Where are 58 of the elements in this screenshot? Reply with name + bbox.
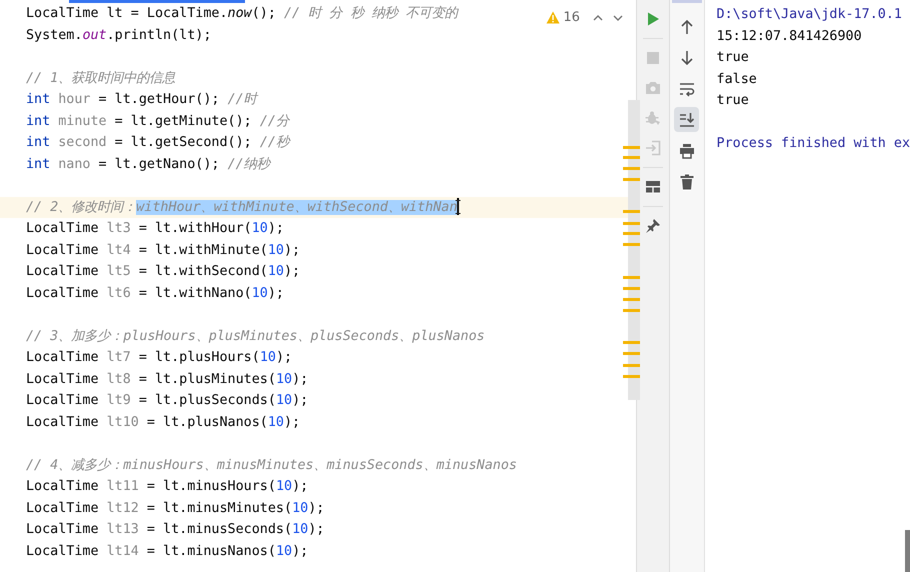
console-line: false (716, 70, 758, 88)
warning-stripe[interactable] (623, 232, 640, 235)
code-line: LocalTime lt12 = lt.minusMinutes(10); (26, 500, 324, 516)
soft-wrap-icon[interactable] (678, 80, 695, 96)
warning-stripe[interactable] (623, 341, 640, 344)
code-line: LocalTime lt3 = lt.withHour(10); (26, 221, 284, 236)
code-line: LocalTime lt = LocalTime.now(); // 时 分 秒 纳秒 不可变的 (26, 6, 458, 21)
pin-icon[interactable] (644, 218, 661, 234)
code-line: // 1、获取时间中的信息 (26, 70, 176, 86)
code-line: int minute = lt.getMinute(); //分 (26, 114, 289, 128)
text-cursor-icon (455, 200, 461, 214)
print-icon[interactable] (678, 142, 695, 158)
arrow-up-icon[interactable] (680, 18, 694, 34)
warning-stripe[interactable] (623, 210, 640, 213)
code-line: LocalTime lt14 = lt.minusNanos(10); (26, 544, 308, 558)
layout-icon[interactable] (644, 179, 661, 195)
arrow-down-icon[interactable] (680, 50, 694, 66)
chevron-up-icon[interactable] (592, 14, 604, 22)
code-line: LocalTime lt10 = lt.plusNanos(10); (26, 414, 300, 430)
warning-stripe[interactable] (623, 287, 640, 290)
warning-stripe[interactable] (623, 156, 640, 159)
scrollbar-thumb[interactable] (905, 530, 910, 572)
warning-stripe[interactable] (623, 352, 640, 355)
warning-count[interactable]: 16 (563, 10, 580, 25)
chevron-down-icon[interactable] (612, 14, 624, 22)
code-line: LocalTime lt9 = lt.plusSeconds(10); (26, 393, 308, 408)
warning-stripe[interactable] (623, 375, 640, 378)
scroll-to-end-button[interactable] (674, 107, 700, 132)
code-line: // 2、修改时间：withHour、withMinute、withSecond、withNan (26, 200, 460, 214)
warning-stripe[interactable] (623, 298, 640, 301)
code-line: // 3、加多少：plusHours、plusMinutes、plusSeconds、plusNanos (26, 328, 485, 344)
code-line: LocalTime lt8 = lt.plusMinutes(10); (26, 372, 308, 386)
scroll-to-end-icon (678, 112, 695, 128)
code-line: int nano = lt.getNano(); //纳秒 (26, 156, 270, 172)
warning-stripe[interactable] (623, 222, 640, 225)
console-line: D:\soft\Java\jdk-17.0.1 (716, 6, 903, 24)
code-line: int second = lt.getSecond(); //秒 (26, 135, 289, 150)
code-line: // 4、减多少：minusHours、minusMinutes、minusSeconds、minusNanos (26, 458, 517, 472)
code-line: int hour = lt.getHour(); //时 (26, 92, 257, 107)
trash-icon[interactable] (680, 174, 694, 190)
code-line: LocalTime lt6 = lt.withNano(10); (26, 286, 284, 300)
warning-stripe[interactable] (623, 167, 640, 170)
warning-stripe[interactable] (623, 243, 640, 246)
warning-stripe[interactable] (623, 178, 640, 181)
warning-stripe[interactable] (623, 364, 640, 367)
code-line: LocalTime lt13 = lt.minusSeconds(10); (26, 522, 324, 537)
warning-stripe[interactable] (623, 309, 640, 312)
code-line: LocalTime lt7 = lt.plusHours(10); (26, 350, 292, 365)
warning-stripe[interactable] (623, 146, 640, 149)
warning-stripe[interactable] (623, 276, 640, 279)
code-line: System.out.println(lt); (26, 28, 212, 42)
code-line: LocalTime lt4 = lt.withMinute(10); (26, 242, 300, 258)
code-line: LocalTime lt5 = lt.withSecond(10); (26, 264, 300, 279)
code-line: LocalTime lt11 = lt.minusHours(10); (26, 479, 308, 494)
console-line: Process finished with ex (716, 135, 910, 153)
console-line: true (716, 49, 750, 67)
console-line: 15:12:07.841426900 (716, 28, 863, 46)
console-line: true (716, 92, 750, 110)
